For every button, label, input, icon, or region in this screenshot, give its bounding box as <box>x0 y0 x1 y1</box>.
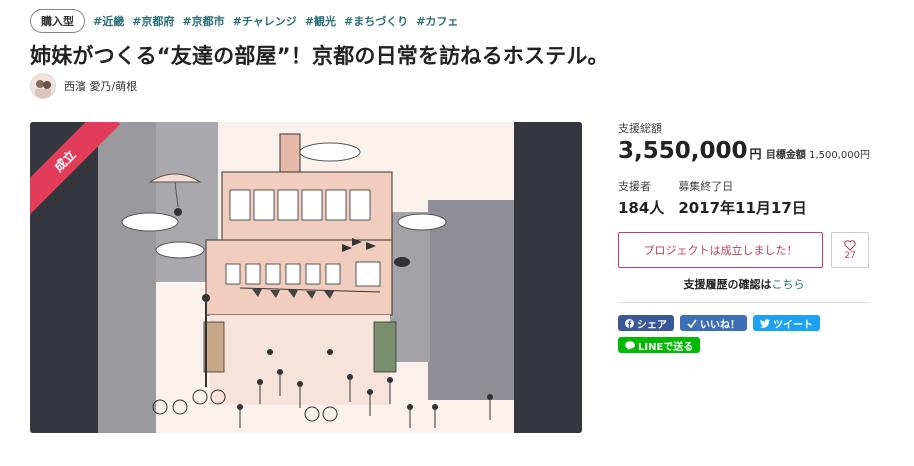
tag-kinki[interactable]: #近畿 <box>93 13 124 29</box>
type-badge[interactable]: 購入型 <box>30 9 85 33</box>
tag-machizukuri[interactable]: #まちづくり <box>344 13 408 29</box>
success-button[interactable]: プロジェクトは成立しました！ <box>618 232 823 268</box>
stats: 支援者 184人 募集終了日 2017年11月17日 <box>618 178 870 218</box>
end-date: 2017年11月17日 <box>678 199 807 217</box>
facebook-share-label: シェア <box>637 319 667 331</box>
tag-kyoto-pref[interactable]: #京都府 <box>132 13 174 29</box>
facebook-icon <box>625 318 634 328</box>
project-title: 姉妹がつくる“友達の部屋”！京都の日常を訪ねるホステル。 <box>30 44 609 68</box>
line-icon <box>625 340 635 350</box>
project-sidebar: 支援総額 3,550,000 円 目標金額 1,500,000円 支援者 184… <box>618 120 870 353</box>
avatar[interactable] <box>30 73 56 99</box>
heart-icon <box>844 239 856 251</box>
line-share-button[interactable]: LINEで送る <box>618 337 701 353</box>
twitter-icon <box>760 318 770 328</box>
backers-stat: 支援者 184人 <box>618 178 664 218</box>
total-row: 3,550,000 円 目標金額 1,500,000円 <box>618 138 870 164</box>
tag-challenge[interactable]: #チャレンジ <box>233 13 297 29</box>
facebook-share-button[interactable]: シェア <box>618 315 674 331</box>
total-yen: 円 <box>749 147 762 161</box>
action-row: プロジェクトは成立しました！ 27 <box>618 232 870 268</box>
favorite-count: 27 <box>844 250 856 261</box>
like-button[interactable]: いいね！ <box>680 315 747 331</box>
check-icon <box>687 319 697 328</box>
owner[interactable]: 西濱 愛乃/萌根 <box>30 73 137 99</box>
hostel-illustration <box>30 122 582 433</box>
tag-cafe[interactable]: #カフェ <box>416 13 458 29</box>
backers-label: 支援者 <box>618 180 651 193</box>
history: 支援履歴の確認はこちら <box>618 276 870 292</box>
hero-image: 成立 <box>30 122 582 433</box>
end-date-label: 募集終了日 <box>678 180 734 193</box>
share-buttons: シェア いいね！ ツイート LINEで送る <box>618 315 828 353</box>
tweet-label: ツイート <box>773 319 813 331</box>
tweet-button[interactable]: ツイート <box>753 315 820 331</box>
line-share-label: LINEで送る <box>638 341 694 353</box>
favorite-button[interactable]: 27 <box>831 232 869 268</box>
total-amount: 3,550,000 <box>618 138 748 164</box>
tag-tourism[interactable]: #観光 <box>305 13 336 29</box>
total-label: 支援総額 <box>618 122 662 135</box>
goal-amount: 1,500,000円 <box>809 150 870 161</box>
history-text: 支援履歴の確認は <box>683 278 772 291</box>
goal-label: 目標金額 <box>765 150 806 161</box>
like-label: いいね！ <box>700 319 740 331</box>
tag-bar: 購入型 #近畿 #京都府 #京都市 #チャレンジ #観光 #まちづくり #カフェ <box>30 9 458 33</box>
history-link[interactable]: こちら <box>772 278 805 291</box>
end-date-stat: 募集終了日 2017年11月17日 <box>678 178 807 218</box>
tag-kyoto-city[interactable]: #京都市 <box>182 13 224 29</box>
owner-name[interactable]: 西濱 愛乃/萌根 <box>64 78 137 94</box>
backers-count: 184人 <box>618 199 665 217</box>
goal: 目標金額 1,500,000円 <box>766 146 870 161</box>
divider <box>618 302 870 303</box>
